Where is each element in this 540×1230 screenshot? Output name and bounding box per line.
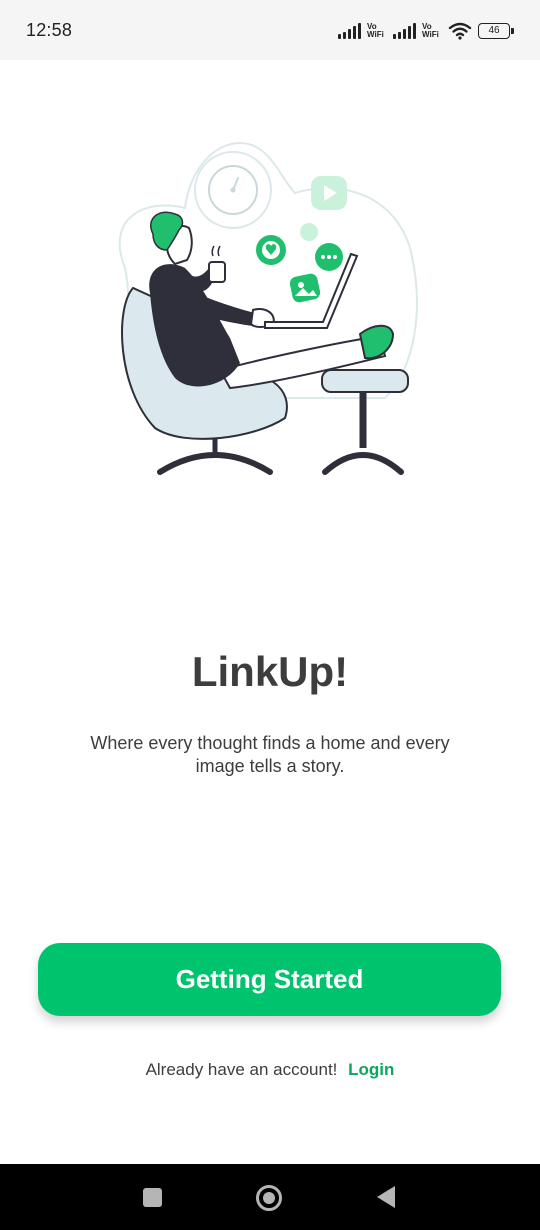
recent-apps-icon[interactable] (143, 1188, 162, 1207)
play-icon (311, 176, 347, 210)
home-icon[interactable] (256, 1185, 282, 1211)
tagline: Where every thought finds a home and eve… (90, 733, 450, 776)
app-title: LinkUp! (191, 648, 349, 695)
wifi-icon (448, 22, 472, 40)
getting-started-button[interactable]: Getting Started (38, 943, 501, 1016)
clock-icon (194, 151, 272, 229)
vowifi-icon: Vo WiFi (367, 22, 384, 39)
chat-bubble-icon (315, 243, 343, 271)
vowifi-icon: Vo WiFi (422, 22, 439, 39)
signal-icon (393, 23, 416, 39)
status-icons: Vo WiFi Vo WiFi 46 (338, 17, 514, 45)
back-icon[interactable] (377, 1186, 395, 1208)
hero-illustration (105, 138, 425, 483)
heart-icon (256, 235, 286, 265)
signal-icon (338, 23, 361, 39)
login-prompt: Already have an account! (145, 1060, 338, 1079)
login-row: Already have an account! Login (0, 1060, 540, 1080)
status-bar: 12:58 Vo WiFi Vo WiFi 46 (0, 0, 540, 60)
status-time: 12:58 (26, 20, 73, 40)
battery-icon: 46 (478, 23, 514, 39)
login-link[interactable]: Login (348, 1060, 394, 1079)
image-icon (289, 273, 321, 303)
navigation-bar (0, 1164, 540, 1230)
